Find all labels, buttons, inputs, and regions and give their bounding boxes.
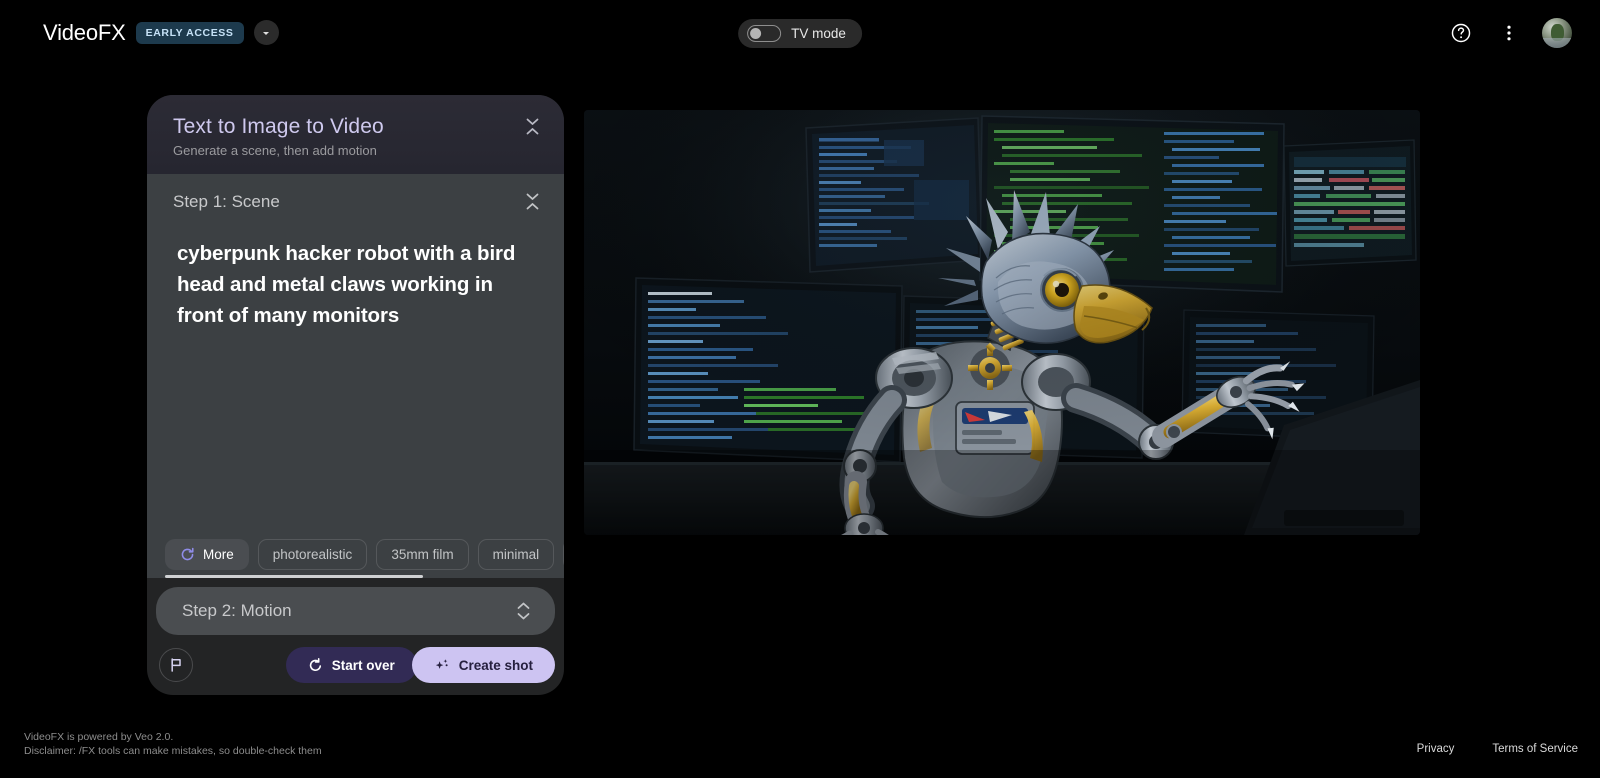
powered-by-text: VideoFX is powered by Veo 2.0. — [24, 730, 322, 744]
flag-icon — [168, 657, 184, 673]
avatar[interactable] — [1542, 18, 1572, 48]
style-chips-scrollbar[interactable] — [165, 575, 564, 578]
panel-collapse-button[interactable] — [525, 117, 540, 136]
style-chip-sketch[interactable]: ske — [563, 539, 564, 570]
early-access-badge: EARLY ACCESS — [136, 22, 244, 44]
style-chip-photorealistic[interactable]: photorealistic — [258, 539, 368, 570]
disclaimer-text: Disclaimer: /FX tools can make mistakes,… — [24, 744, 322, 758]
footer-disclaimer: VideoFX is powered by Veo 2.0. Disclaime… — [24, 730, 322, 758]
chevron-down-icon — [525, 192, 540, 201]
chevron-up-icon — [525, 202, 540, 211]
help-circle-icon — [1450, 22, 1472, 44]
step-2-expand-button[interactable] — [516, 602, 531, 621]
top-bar-actions — [1446, 0, 1572, 65]
style-chips-scrollbar-thumb[interactable] — [165, 575, 423, 578]
help-button[interactable] — [1446, 18, 1476, 48]
brand-dropdown-button[interactable] — [254, 20, 279, 45]
style-chip-35mm-film[interactable]: 35mm film — [376, 539, 468, 570]
footer-links: Privacy Terms of Service — [1417, 743, 1578, 755]
more-vertical-icon — [1499, 23, 1519, 43]
chevron-down-icon — [516, 612, 531, 621]
tv-mode-switch[interactable] — [747, 25, 781, 42]
terms-link[interactable]: Terms of Service — [1492, 743, 1578, 755]
privacy-link[interactable]: Privacy — [1417, 743, 1455, 755]
app-title: VideoFX — [43, 20, 126, 46]
preview-artwork — [584, 110, 1420, 535]
step-1-header: Step 1: Scene — [147, 174, 564, 222]
step-2-title: Step 2: Motion — [182, 601, 292, 621]
panel-action-bar: Start over Create shot — [147, 635, 564, 695]
step-1-title: Step 1: Scene — [173, 192, 280, 211]
style-chips-row: More photorealistic 35mm film minimal sk… — [147, 530, 564, 578]
more-styles-label: More — [203, 547, 234, 562]
create-shot-button[interactable]: Create shot — [412, 647, 555, 683]
sparkle-icon — [434, 657, 450, 673]
tool-panel: Text to Image to Video Generate a scene,… — [147, 95, 564, 695]
prompt-text: cyberpunk hacker robot with a bird head … — [177, 238, 536, 331]
start-over-label: Start over — [332, 658, 395, 673]
tv-mode-switch-knob — [750, 28, 761, 39]
generated-image-preview[interactable] — [584, 110, 1420, 535]
restart-icon — [308, 658, 323, 673]
more-options-button[interactable] — [1494, 18, 1524, 48]
panel-subtitle: Generate a scene, then add motion — [173, 143, 538, 158]
chevron-up-icon — [516, 602, 531, 611]
tv-mode-label: TV mode — [791, 26, 846, 41]
chevron-down-icon — [261, 28, 271, 38]
panel-title: Text to Image to Video — [173, 115, 538, 139]
create-shot-label: Create shot — [459, 658, 533, 673]
step-1-collapse-button[interactable] — [525, 192, 540, 211]
more-styles-button[interactable]: More — [165, 539, 249, 570]
start-over-button[interactable]: Start over — [286, 647, 417, 683]
style-chip-minimal[interactable]: minimal — [478, 539, 555, 570]
brand-group: VideoFX EARLY ACCESS — [43, 0, 279, 65]
chevron-down-icon — [525, 117, 540, 126]
chevron-up-icon — [525, 127, 540, 136]
tv-mode-toggle[interactable]: TV mode — [738, 19, 862, 48]
panel-header: Text to Image to Video Generate a scene,… — [147, 95, 564, 174]
step-2-motion-section[interactable]: Step 2: Motion — [156, 587, 555, 635]
top-bar: VideoFX EARLY ACCESS TV mode — [0, 0, 1600, 65]
report-flag-button[interactable] — [159, 648, 193, 682]
step-1-scene-section: Step 1: Scene cyberpunk hacker robot wit… — [147, 174, 564, 578]
refresh-icon — [180, 547, 195, 562]
prompt-input[interactable]: cyberpunk hacker robot with a bird head … — [147, 222, 564, 530]
